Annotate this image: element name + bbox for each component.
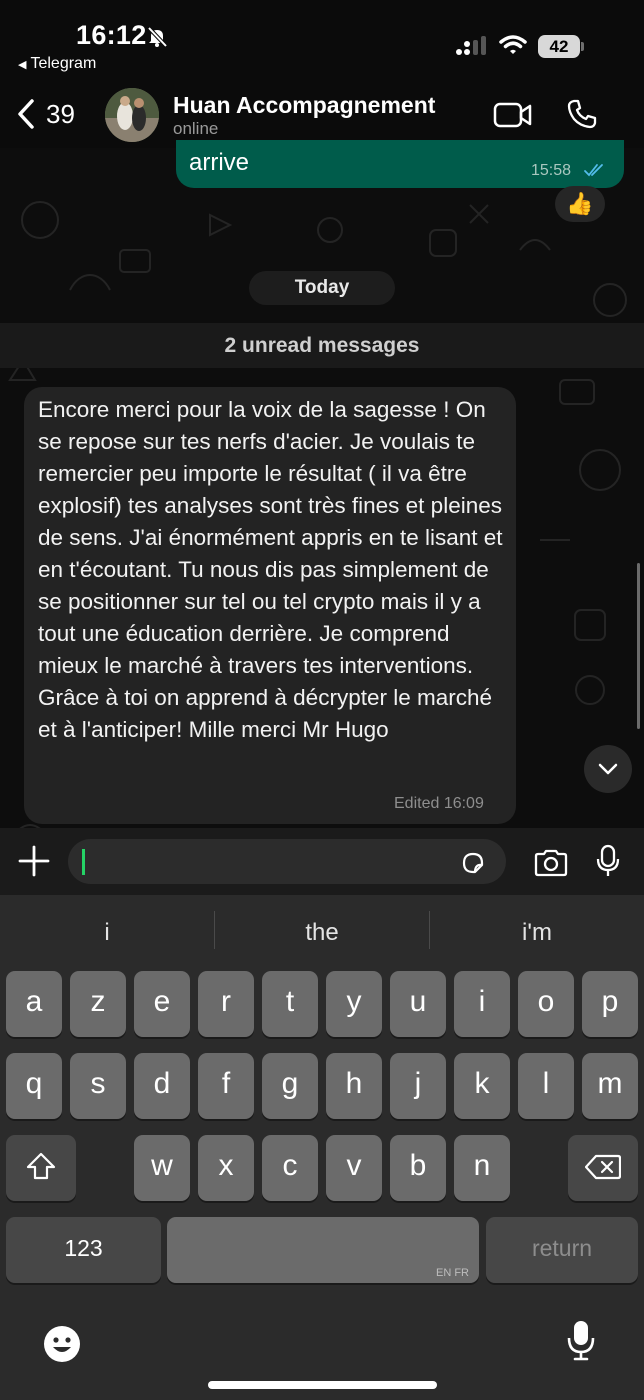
key-g[interactable]: g — [262, 1053, 318, 1119]
bell-slash-icon — [147, 26, 168, 48]
key-k[interactable]: k — [454, 1053, 510, 1119]
return-key[interactable]: return — [486, 1217, 638, 1283]
message-composer — [0, 828, 644, 895]
plus-icon[interactable] — [17, 844, 51, 878]
back-triangle-icon: ◀ — [18, 59, 27, 71]
incoming-message-text: Encore merci pour la voix de la sagesse … — [38, 397, 503, 742]
contact-avatar[interactable] — [105, 88, 159, 142]
key-h[interactable]: h — [326, 1053, 382, 1119]
contact-status: online — [173, 119, 219, 138]
back-button[interactable]: 39 — [16, 98, 75, 130]
chevron-down-icon — [598, 763, 618, 775]
shift-key[interactable] — [6, 1135, 76, 1201]
key-s[interactable]: s — [70, 1053, 126, 1119]
key-a[interactable]: a — [6, 971, 62, 1037]
emoji-icon[interactable] — [42, 1324, 82, 1364]
chat-header: 39 Huan Accompagnement online — [0, 84, 644, 148]
key-e[interactable]: e — [134, 971, 190, 1037]
outgoing-message-time: 15:58 — [531, 162, 572, 179]
key-v[interactable]: v — [326, 1135, 382, 1201]
key-t[interactable]: t — [262, 971, 318, 1037]
unread-messages-banner: 2 unread messages — [0, 323, 644, 368]
key-l[interactable]: l — [518, 1053, 574, 1119]
chat-scrollbar[interactable] — [637, 563, 640, 729]
key-m[interactable]: m — [582, 1053, 638, 1119]
suggestion-2[interactable]: the — [215, 915, 429, 951]
text-caret — [82, 849, 85, 875]
key-u[interactable]: u — [390, 971, 446, 1037]
chevron-left-icon — [18, 99, 34, 129]
camera-icon[interactable] — [533, 848, 569, 878]
scroll-to-bottom-button[interactable] — [584, 745, 632, 793]
phone-call-icon[interactable] — [566, 98, 598, 130]
message-input-field[interactable] — [68, 839, 506, 884]
home-indicator[interactable] — [208, 1381, 437, 1389]
suggestion-1[interactable]: i — [0, 915, 214, 951]
key-o[interactable]: o — [518, 971, 574, 1037]
contact-name[interactable]: Huan Accompagnement — [173, 92, 435, 119]
status-bar: 16:12 ◀ Telegram 42 — [0, 0, 644, 84]
read-ticks-icon — [584, 164, 603, 177]
space-language-label: EN FR — [436, 1267, 469, 1279]
key-x[interactable]: x — [198, 1135, 254, 1201]
key-b[interactable]: b — [390, 1135, 446, 1201]
key-q[interactable]: q — [6, 1053, 62, 1119]
incoming-message-meta: Edited 16:09 — [394, 795, 484, 812]
thumbs-up-reaction[interactable]: 👍 — [555, 186, 605, 222]
key-w[interactable]: w — [134, 1135, 190, 1201]
shift-icon — [26, 1152, 56, 1180]
keyboard: i the i'm a z e r t y u i o p q s d f g … — [0, 895, 644, 1400]
unread-chats-count: 39 — [46, 98, 75, 129]
key-f[interactable]: f — [198, 1053, 254, 1119]
numbers-key[interactable]: 123 — [6, 1217, 161, 1283]
key-p[interactable]: p — [582, 971, 638, 1037]
back-to-app-link[interactable]: ◀ Telegram — [18, 55, 96, 73]
cellular-signal-icon — [456, 36, 486, 55]
key-y[interactable]: y — [326, 971, 382, 1037]
key-z[interactable]: z — [70, 971, 126, 1037]
backspace-icon — [584, 1154, 622, 1180]
space-key[interactable]: EN FR — [167, 1217, 479, 1283]
key-d[interactable]: d — [134, 1053, 190, 1119]
wifi-icon — [499, 35, 527, 54]
battery-indicator: 42 — [538, 35, 580, 58]
message-input[interactable] — [88, 839, 448, 884]
backspace-key[interactable] — [568, 1135, 638, 1201]
key-i[interactable]: i — [454, 971, 510, 1037]
back-app-label: Telegram — [30, 55, 97, 72]
key-r[interactable]: r — [198, 971, 254, 1037]
dictation-mic-icon[interactable] — [566, 1319, 596, 1361]
key-n[interactable]: n — [454, 1135, 510, 1201]
outgoing-message-text: arrive — [189, 149, 250, 176]
key-c[interactable]: c — [262, 1135, 318, 1201]
key-j[interactable]: j — [390, 1053, 446, 1119]
sticker-icon[interactable] — [460, 850, 486, 876]
status-time: 16:12 — [76, 20, 147, 50]
avatar-photo — [105, 88, 159, 142]
date-separator: Today — [249, 271, 395, 305]
suggestion-3[interactable]: i'm — [430, 915, 644, 951]
microphone-icon[interactable] — [596, 844, 620, 878]
battery-nub — [581, 42, 584, 51]
video-call-icon[interactable] — [493, 101, 533, 129]
